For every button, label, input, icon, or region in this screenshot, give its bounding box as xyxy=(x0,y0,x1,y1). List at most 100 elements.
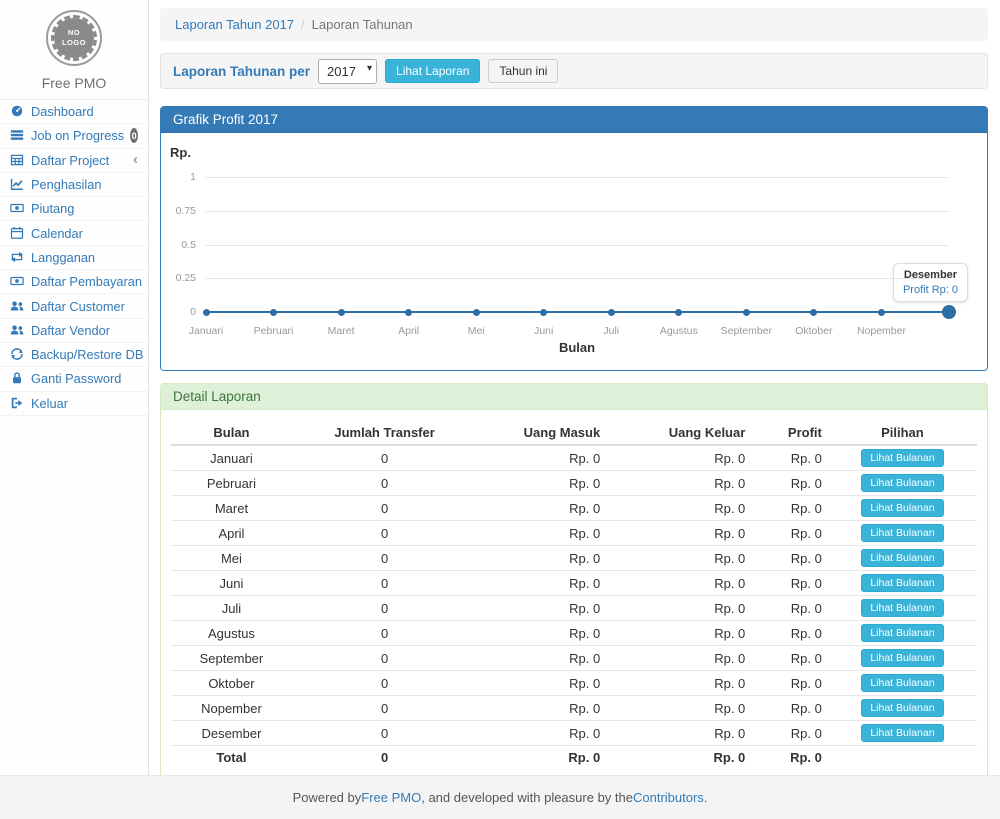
profit-series-line xyxy=(206,311,949,313)
tahun-ini-button[interactable]: Tahun ini xyxy=(488,59,558,83)
table-total-row: Total0Rp. 0Rp. 0Rp. 0 xyxy=(171,746,977,770)
table-row: Oktober0Rp. 0Rp. 0Rp. 0Lihat Bulanan xyxy=(171,671,977,696)
breadcrumb-separator: / xyxy=(301,17,305,32)
table-cell: Januari xyxy=(171,445,292,471)
y-tick-label: 0.25 xyxy=(161,272,196,284)
logo-gear-icon: NO LOGO xyxy=(51,15,97,61)
data-point-september[interactable] xyxy=(743,309,750,316)
table-cell: Rp. 0 xyxy=(751,445,828,471)
table-cell: Total xyxy=(171,746,292,770)
y-tick-label: 1 xyxy=(161,171,196,183)
data-point-mei[interactable] xyxy=(473,309,480,316)
y-tick-label: 0 xyxy=(161,306,196,318)
lihat-bulanan-button[interactable]: Lihat Bulanan xyxy=(861,474,943,492)
sidebar-item-ganti-password[interactable]: Ganti Password xyxy=(0,367,148,391)
brand-name: Free PMO xyxy=(0,75,148,91)
table-cell: Rp. 0 xyxy=(477,596,606,621)
x-tick-label: Pebruari xyxy=(254,325,294,337)
year-select[interactable]: 2017 xyxy=(318,59,377,84)
data-point-agustus[interactable] xyxy=(675,309,682,316)
x-tick-label: Mei xyxy=(468,325,485,337)
x-tick-label: Maret xyxy=(328,325,355,337)
table-cell-action: Lihat Bulanan xyxy=(828,671,977,696)
gridline xyxy=(205,177,949,178)
table-row: Juli0Rp. 0Rp. 0Rp. 0Lihat Bulanan xyxy=(171,596,977,621)
sidebar-item-job-on-progress[interactable]: Job on Progress 0 xyxy=(0,124,148,148)
sidebar-item-keluar[interactable]: Keluar xyxy=(0,392,148,416)
data-point-desember[interactable] xyxy=(942,305,956,319)
dashboard-icon xyxy=(10,104,25,119)
data-point-januari[interactable] xyxy=(203,309,210,316)
table-cell: Rp. 0 xyxy=(606,671,751,696)
table-cell: Rp. 0 xyxy=(751,621,828,646)
data-point-april[interactable] xyxy=(405,309,412,316)
sidebar-item-daftar-project[interactable]: Daftar Project ‹ xyxy=(0,149,148,173)
table-cell: 0 xyxy=(292,546,477,571)
users-icon xyxy=(10,299,25,314)
x-axis-title: Bulan xyxy=(559,340,595,355)
sidebar-item-daftar-pembayaran[interactable]: Daftar Pembayaran xyxy=(0,270,148,294)
sidebar-item-piutang[interactable]: Piutang xyxy=(0,197,148,221)
table-cell: Rp. 0 xyxy=(477,696,606,721)
lihat-laporan-button[interactable]: Lihat Laporan xyxy=(385,59,480,83)
breadcrumb-link-laporan-tahun[interactable]: Laporan Tahun 2017 xyxy=(175,17,294,32)
sidebar-item-daftar-customer[interactable]: Daftar Customer xyxy=(0,294,148,318)
sidebar-item-label: Daftar Project xyxy=(31,153,109,168)
data-point-juni[interactable] xyxy=(540,309,547,316)
lihat-bulanan-button[interactable]: Lihat Bulanan xyxy=(861,449,943,467)
main-content: Laporan Tahun 2017 / Laporan Tahunan Lap… xyxy=(160,0,988,786)
refresh-icon xyxy=(10,347,25,362)
lihat-bulanan-button[interactable]: Lihat Bulanan xyxy=(861,699,943,717)
sidebar-item-label: Ganti Password xyxy=(31,371,121,386)
sidebar-item-dashboard[interactable]: Dashboard xyxy=(0,100,148,124)
data-point-maret[interactable] xyxy=(338,309,345,316)
table-cell: Juli xyxy=(171,596,292,621)
sidebar-item-penghasilan[interactable]: Penghasilan xyxy=(0,173,148,197)
lihat-bulanan-button[interactable]: Lihat Bulanan xyxy=(861,724,943,742)
profit-chart-panel: Grafik Profit 2017 Rp. Bulan Desember Pr… xyxy=(160,106,988,371)
lihat-bulanan-button[interactable]: Lihat Bulanan xyxy=(861,574,943,592)
table-row: Agustus0Rp. 0Rp. 0Rp. 0Lihat Bulanan xyxy=(171,621,977,646)
x-tick-label: Juni xyxy=(534,325,553,337)
data-point-pebruari[interactable] xyxy=(270,309,277,316)
sidebar-item-calendar[interactable]: Calendar xyxy=(0,221,148,245)
table-cell: 0 xyxy=(292,496,477,521)
table-cell: Rp. 0 xyxy=(751,571,828,596)
table-cell: Rp. 0 xyxy=(751,496,828,521)
breadcrumb: Laporan Tahun 2017 / Laporan Tahunan xyxy=(160,8,988,41)
table-cell: Rp. 0 xyxy=(606,721,751,746)
lihat-bulanan-button[interactable]: Lihat Bulanan xyxy=(861,549,943,567)
table-cell: April xyxy=(171,521,292,546)
lihat-bulanan-button[interactable]: Lihat Bulanan xyxy=(861,524,943,542)
sidebar-item-label: Piutang xyxy=(31,201,74,216)
footer-link-free-pmo[interactable]: Free PMO xyxy=(361,790,421,805)
sidebar-menu: Dashboard Job on Progress 0 Daftar Proje… xyxy=(0,100,148,416)
lihat-bulanan-button[interactable]: Lihat Bulanan xyxy=(861,599,943,617)
table-cell: Rp. 0 xyxy=(606,696,751,721)
gridline xyxy=(205,278,949,279)
lihat-bulanan-button[interactable]: Lihat Bulanan xyxy=(861,624,943,642)
data-point-oktober[interactable] xyxy=(810,309,817,316)
column-header: Profit xyxy=(751,421,828,445)
table-cell: September xyxy=(171,646,292,671)
data-point-nopember[interactable] xyxy=(878,309,885,316)
table-cell: Rp. 0 xyxy=(751,546,828,571)
sidebar-item-backup-restore-db[interactable]: Backup/Restore DB xyxy=(0,343,148,367)
table-cell-action: Lihat Bulanan xyxy=(828,596,977,621)
table-cell: Rp. 0 xyxy=(606,571,751,596)
table-cell: 0 xyxy=(292,471,477,496)
money-icon xyxy=(10,274,25,289)
sidebar-item-langganan[interactable]: Langganan xyxy=(0,246,148,270)
data-point-juli[interactable] xyxy=(608,309,615,316)
detail-laporan-table: BulanJumlah TransferUang MasukUang Kelua… xyxy=(171,421,977,770)
table-cell-action: Lihat Bulanan xyxy=(828,546,977,571)
lihat-bulanan-button[interactable]: Lihat Bulanan xyxy=(861,499,943,517)
table-cell: Rp. 0 xyxy=(606,546,751,571)
table-row: Desember0Rp. 0Rp. 0Rp. 0Lihat Bulanan xyxy=(171,721,977,746)
sidebar-item-daftar-vendor[interactable]: Daftar Vendor xyxy=(0,319,148,343)
lihat-bulanan-button[interactable]: Lihat Bulanan xyxy=(861,674,943,692)
table-cell-action: Lihat Bulanan xyxy=(828,496,977,521)
y-axis-title: Rp. xyxy=(170,145,191,160)
footer-link-contributors[interactable]: Contributors. xyxy=(633,790,707,805)
lihat-bulanan-button[interactable]: Lihat Bulanan xyxy=(861,649,943,667)
